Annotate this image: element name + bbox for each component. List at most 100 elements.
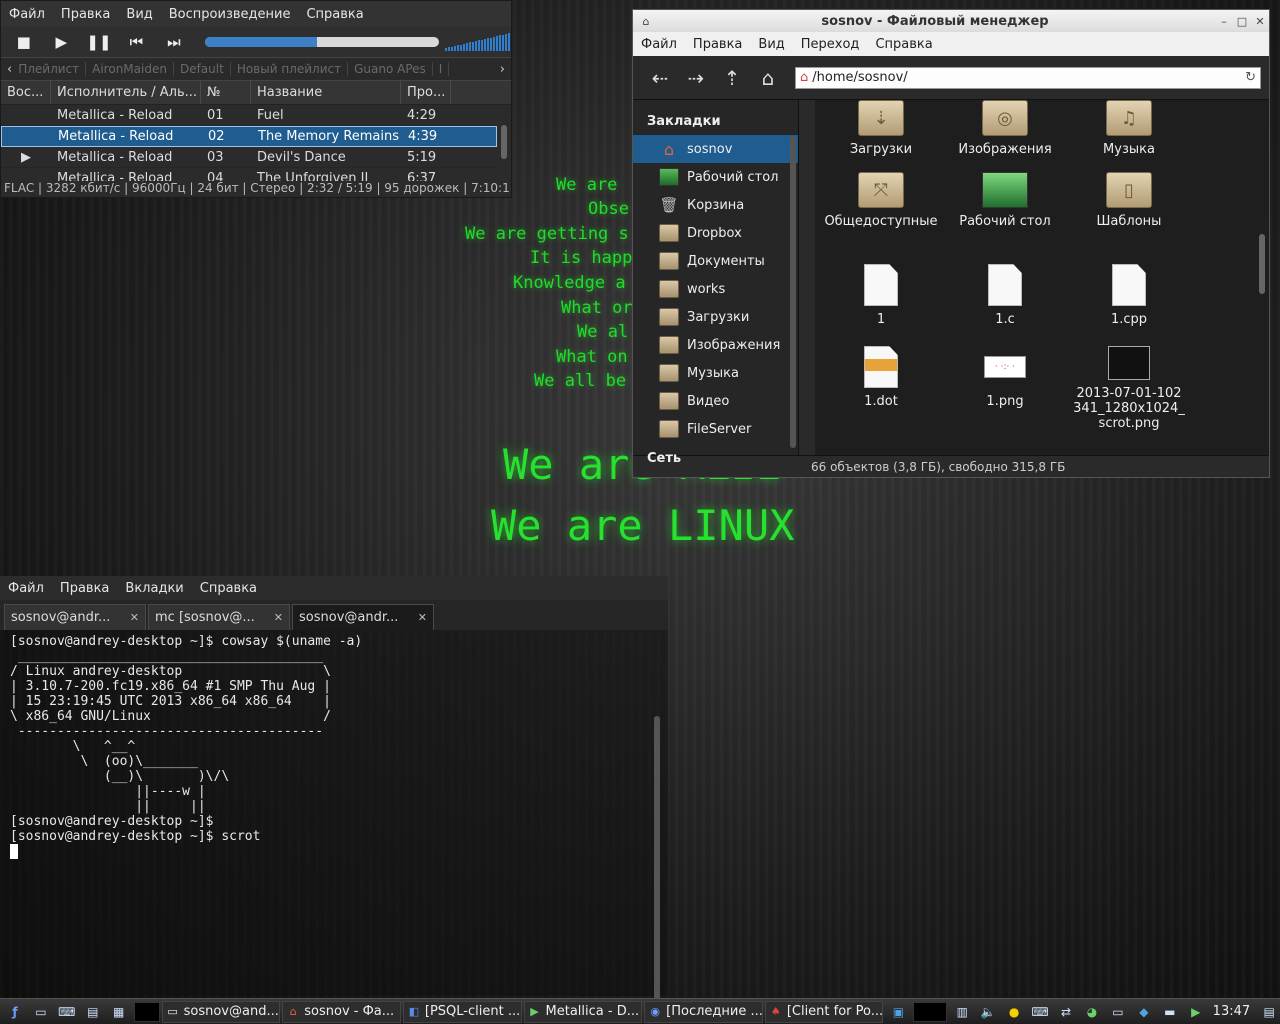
monitor-icon[interactable]: ▣ (887, 1002, 909, 1022)
terminal-menu-help[interactable]: Справка (192, 581, 265, 596)
fm-menu-file[interactable]: Файл (633, 37, 685, 52)
home-button[interactable]: ⌂ (751, 63, 785, 93)
column-title[interactable]: Название (251, 81, 401, 104)
keyboard-icon[interactable]: ⌨ (1029, 1002, 1051, 1022)
close-icon[interactable]: ✕ (418, 611, 427, 624)
location-bar[interactable]: ⌂ /home/sosnov/ ↻ (795, 66, 1261, 89)
update-icon[interactable]: ◕ (1081, 1002, 1103, 1022)
file-item[interactable]: 2013-07-01-102341_1280x1024_scrot.png (1067, 346, 1191, 431)
close-icon[interactable]: ✕ (274, 611, 283, 624)
file-item-desktop[interactable]: Рабочий стол (943, 172, 1067, 229)
dropbox-icon[interactable]: ◆ (1133, 1002, 1155, 1022)
sidebar-item-documents[interactable]: Документы (633, 247, 798, 275)
player-menu-help[interactable]: Справка (298, 7, 371, 22)
task-browser[interactable]: ◉ [Последние ... (644, 1000, 763, 1023)
hdd-icon[interactable]: ▬ (1159, 1002, 1181, 1022)
workspace-switcher-icon[interactable]: ▦ (108, 1002, 130, 1022)
sidebar-item-downloads[interactable]: Загрузки (633, 303, 798, 331)
sidebar-item-fileserver[interactable]: FileServer (633, 415, 798, 443)
sidebar-item-videos[interactable]: Видео (633, 387, 798, 415)
terminal-launcher-icon[interactable]: ⌨ (56, 1002, 78, 1022)
maximize-button[interactable]: □ (1233, 15, 1251, 28)
clipboard-icon[interactable]: ▥ (951, 1002, 973, 1022)
column-playing[interactable]: Вос... (1, 81, 51, 104)
fm-menu-go[interactable]: Переход (793, 37, 868, 52)
sidebar-item-music[interactable]: Музыка (633, 359, 798, 387)
task-client[interactable]: ♠ [Client for Po... (764, 1000, 884, 1023)
sidebar-item-works[interactable]: works (633, 275, 798, 303)
sidebar-item-sosnov[interactable]: ⌂ sosnov (633, 135, 798, 163)
show-desktop-icon[interactable]: ▭ (30, 1002, 52, 1022)
player-menu-edit[interactable]: Правка (53, 7, 118, 22)
file-item-public[interactable]: ⤧ Общедоступные (819, 172, 943, 229)
sidebar-item-dropbox[interactable]: Dropbox (633, 219, 798, 247)
playlist-tab[interactable]: Guano APes (348, 62, 433, 76)
task-psql-client[interactable]: ◧ [PSQL-client ... (402, 1000, 522, 1023)
player-tray-icon[interactable]: ▶ (1185, 1002, 1207, 1022)
reload-icon[interactable]: ↻ (1245, 70, 1260, 85)
next-button[interactable]: ⏭ (159, 29, 189, 55)
playlist-scrollbar[interactable] (501, 125, 507, 159)
sidebar-scrollbar[interactable] (790, 136, 796, 448)
column-number[interactable]: № (201, 81, 251, 104)
seek-bar[interactable] (204, 37, 439, 47)
volume-slider[interactable] (444, 33, 511, 51)
workspace-pager[interactable] (133, 1001, 160, 1022)
file-item[interactable]: 1 (819, 264, 943, 327)
terminal-tab-active[interactable]: sosnov@andr... ✕ (292, 604, 434, 630)
pane-splitter[interactable] (799, 100, 815, 455)
terminal-menu-edit[interactable]: Правка (52, 581, 117, 596)
file-item[interactable]: 1.c (943, 264, 1067, 327)
up-button[interactable]: ⇡ (715, 63, 749, 93)
file-item-pictures[interactable]: ◎ Изображения (943, 100, 1067, 157)
player-menu-view[interactable]: Вид (118, 7, 160, 22)
file-item[interactable]: 1.dot (819, 346, 943, 409)
file-item[interactable]: 1.cpp (1067, 264, 1191, 327)
terminal-tab[interactable]: mc [sosnov@... ✕ (148, 604, 290, 630)
previous-button[interactable]: ⏮ (122, 29, 152, 55)
stop-button[interactable]: ■ (9, 29, 39, 55)
playlist-tab[interactable]: I (433, 62, 450, 76)
playlist-tab[interactable]: AironMaiden (86, 62, 174, 76)
file-item-music[interactable]: ♫ Музыка (1067, 100, 1191, 157)
task-file-manager[interactable]: ⌂ sosnov - Фа... (282, 1000, 401, 1023)
sidebar-item-trash[interactable]: 🗑 Корзина (633, 191, 798, 219)
sidebar-item-desktop[interactable]: Рабочий стол (633, 163, 798, 191)
terminal-scrollbar[interactable] (654, 716, 660, 1024)
column-artist[interactable]: Исполнитель / Аль... (51, 81, 201, 104)
fm-menu-help[interactable]: Справка (867, 37, 940, 52)
back-button[interactable]: ⇠ (643, 63, 677, 93)
task-audio-player[interactable]: ▶ Metallica - D... (523, 1000, 643, 1023)
sidebar-item-pictures[interactable]: Изображения (633, 331, 798, 359)
play-button[interactable]: ▶ (47, 29, 77, 55)
player-menu-playback[interactable]: Воспроизведение (161, 7, 299, 22)
forward-button[interactable]: ⇢ (679, 63, 713, 93)
pause-button[interactable]: ❚❚ (84, 29, 114, 55)
fm-menu-view[interactable]: Вид (750, 37, 792, 52)
file-item[interactable]: · ·:· · 1.png (943, 346, 1067, 409)
close-icon[interactable]: ✕ (130, 611, 139, 624)
task-terminal[interactable]: ▭ sosnov@and... (161, 1000, 281, 1023)
close-button[interactable]: ✕ (1251, 15, 1269, 28)
player-menu-file[interactable]: Файл (1, 7, 53, 22)
network-icon[interactable]: ⇄ (1055, 1002, 1077, 1022)
playlist-tab[interactable]: Новый плейлист (231, 62, 349, 76)
notification-icon[interactable]: ● (1003, 1002, 1025, 1022)
playlist-row-selected[interactable]: Metallica - Reload 02 The Memory Remains… (1, 126, 497, 147)
terminal-menu-tabs[interactable]: Вкладки (117, 581, 191, 596)
file-view-scrollbar[interactable] (1259, 234, 1265, 294)
terminal-tab[interactable]: sosnov@andr... ✕ (4, 604, 146, 630)
playlist-row[interactable]: Metallica - Reload 01 Fuel 4:29 (1, 105, 497, 126)
column-duration[interactable]: Про... (401, 81, 451, 104)
terminal-screen[interactable]: [sosnov@andrey-desktop ~]$ cowsay $(unam… (0, 630, 668, 1024)
display-icon[interactable]: ▭ (1107, 1002, 1129, 1022)
playlist-row[interactable]: ▶ Metallica - Reload 03 Devil's Dance 5:… (1, 147, 497, 168)
playlist-tab[interactable]: Плейлист (12, 62, 87, 76)
chevron-right-icon[interactable]: › (500, 62, 505, 77)
files-launcher-icon[interactable]: ▤ (82, 1002, 104, 1022)
fm-titlebar[interactable]: ⌂ sosnov - Файловый менеджер – □ ✕ (633, 10, 1269, 32)
volume-icon[interactable]: 🔈 (977, 1002, 999, 1022)
terminal-menu-file[interactable]: Файл (0, 581, 52, 596)
playlist-tab[interactable]: Default (174, 62, 231, 76)
fm-menu-edit[interactable]: Правка (685, 37, 750, 52)
